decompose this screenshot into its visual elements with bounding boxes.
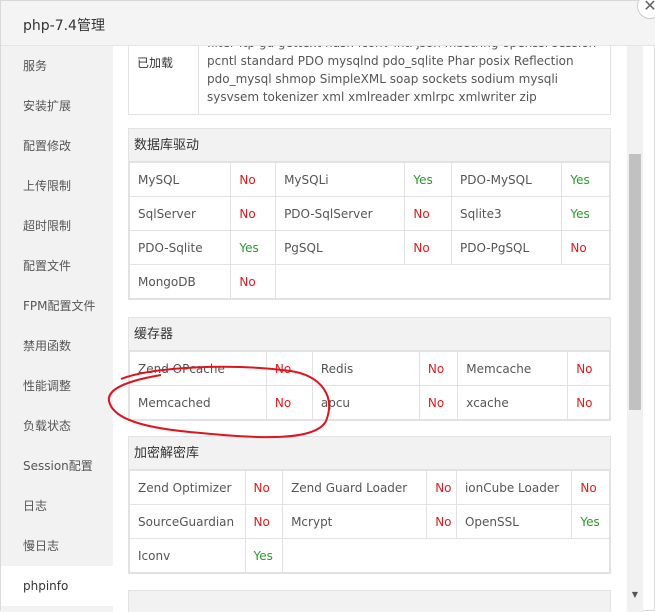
cache-name: Zend OPcache (129, 351, 267, 386)
scroll-down-arrow-icon[interactable]: ▼ (630, 590, 640, 600)
cache-status: No (418, 385, 459, 420)
driver-name: PDO-MySQL (450, 162, 563, 197)
loaded-extensions-text: filter ftp gd gettext hash iconv intl js… (207, 46, 596, 104)
driver-status: No (230, 162, 277, 197)
sidebar: 服务 安装扩展 配置修改 上传限制 超时限制 配置文件 FPM配置文件 禁用函数… (1, 46, 113, 612)
crypto-status: No (571, 470, 610, 505)
db-driver-panel: 数据库驱动 MySQL No MySQLi Yes PDO-MySQL Yes … (128, 128, 611, 300)
driver-name: MySQL (128, 162, 232, 197)
crypto-status: No (244, 470, 284, 505)
table-row: MySQL No MySQLi Yes PDO-MySQL Yes (128, 162, 610, 197)
driver-status: Yes (561, 162, 610, 197)
cache-status: No (265, 351, 313, 386)
crypto-status: No (244, 504, 284, 539)
phpinfo-content: 已加载 filter ftp gd gettext hash iconv int… (113, 46, 627, 612)
driver-status: No (230, 264, 277, 299)
driver-status: No (404, 230, 452, 265)
sidebar-item-config-edit[interactable]: 配置修改 (1, 126, 113, 166)
crypto-table: Zend Optimizer No Zend Guard Loader No i… (129, 470, 610, 573)
sidebar-item-timeout-limit[interactable]: 超时限制 (1, 206, 113, 246)
crypto-status: Yes (571, 504, 610, 539)
close-icon: ✕ (643, 0, 655, 15)
driver-status: Yes (404, 162, 452, 197)
cache-name: xcache (457, 385, 569, 420)
cache-status: No (265, 385, 313, 420)
dialog-title: php-7.4管理 (23, 18, 105, 34)
sidebar-item-performance[interactable]: 性能调整 (1, 366, 113, 406)
cache-status: No (567, 385, 610, 420)
crypto-title: 加密解密库 (129, 437, 610, 470)
empty-cell (282, 538, 610, 573)
table-row: SourceGuardian No Mcrypt No OpenSSL Yes (129, 504, 610, 539)
sidebar-item-config-file[interactable]: 配置文件 (1, 246, 113, 286)
sidebar-item-slow-log[interactable]: 慢日志 (1, 526, 113, 566)
table-row: Iconv Yes (129, 538, 610, 573)
cache-name: Redis (311, 351, 420, 386)
next-panel-header (128, 590, 611, 612)
driver-name: PDO-SqlServer (275, 196, 406, 231)
scrollbar-thumb[interactable] (629, 154, 641, 410)
crypto-status: No (426, 504, 457, 539)
sidebar-item-log[interactable]: 日志 (1, 486, 113, 526)
crypto-name: ionCube Loader (455, 470, 573, 505)
driver-status: Yes (230, 230, 277, 265)
crypto-status: No (426, 470, 457, 505)
loaded-label: 已加载 (137, 56, 174, 70)
crypto-panel: 加密解密库 Zend Optimizer No Zend Guard Loade… (128, 436, 611, 574)
cache-panel: 缓存器 Zend OPcache No Redis No Memcache No… (128, 317, 611, 421)
cache-status: No (418, 351, 459, 386)
divider (198, 46, 199, 114)
sidebar-item-install-extensions[interactable]: 安装扩展 (1, 86, 113, 126)
table-row: PDO-Sqlite Yes PgSQL No PDO-PgSQL No (128, 230, 610, 265)
crypto-name: Mcrypt (282, 504, 428, 539)
sidebar-item-load-status[interactable]: 负载状态 (1, 406, 113, 446)
driver-name: MongoDB (128, 264, 232, 299)
crypto-name: OpenSSL (455, 504, 573, 539)
cache-name: apcu (311, 385, 420, 420)
cache-title: 缓存器 (129, 318, 610, 351)
crypto-status: Yes (244, 538, 284, 573)
db-driver-title: 数据库驱动 (129, 129, 610, 162)
sidebar-item-upload-limit[interactable]: 上传限制 (1, 166, 113, 206)
table-row: Zend OPcache No Redis No Memcache No (129, 351, 610, 386)
cache-status: No (567, 351, 610, 386)
loaded-extensions-panel: 已加载 filter ftp gd gettext hash iconv int… (128, 46, 611, 115)
db-driver-table: MySQL No MySQLi Yes PDO-MySQL Yes SqlSer… (128, 162, 610, 299)
driver-name: PDO-Sqlite (128, 230, 232, 265)
crypto-name: Iconv (129, 538, 246, 573)
empty-cell (275, 264, 610, 299)
driver-name: MySQLi (275, 162, 406, 197)
sidebar-item-disabled-functions[interactable]: 禁用函数 (1, 326, 113, 366)
driver-name: Sqlite3 (450, 196, 563, 231)
table-row: Memcached No apcu No xcache No (129, 385, 610, 420)
driver-name: PgSQL (275, 230, 406, 265)
driver-status: Yes (561, 196, 610, 231)
sidebar-item-session[interactable]: Session配置 (1, 446, 113, 486)
driver-status: No (561, 230, 610, 265)
sidebar-item-service[interactable]: 服务 (1, 46, 113, 86)
sidebar-item-phpinfo[interactable]: phpinfo (1, 566, 113, 606)
driver-name: SqlServer (128, 196, 232, 231)
title-bar: php-7.4管理 (1, 1, 655, 46)
php-manager-dialog: php-7.4管理 ✕ 服务 安装扩展 配置修改 上传限制 超时限制 配置文件 … (0, 0, 655, 612)
driver-status: No (404, 196, 452, 231)
sidebar-item-fpm-config[interactable]: FPM配置文件 (1, 286, 113, 326)
crypto-name: SourceGuardian (129, 504, 246, 539)
cache-table: Zend OPcache No Redis No Memcache No Mem… (129, 351, 610, 420)
cache-name: Memcached (129, 385, 267, 420)
driver-status: No (230, 196, 277, 231)
crypto-name: Zend Guard Loader (282, 470, 428, 505)
driver-name: PDO-PgSQL (450, 230, 563, 265)
cache-name: Memcache (457, 351, 569, 386)
table-row: Zend Optimizer No Zend Guard Loader No i… (129, 470, 610, 505)
crypto-name: Zend Optimizer (129, 470, 246, 505)
table-row: MongoDB No (128, 264, 610, 299)
table-row: SqlServer No PDO-SqlServer No Sqlite3 Ye… (128, 196, 610, 231)
